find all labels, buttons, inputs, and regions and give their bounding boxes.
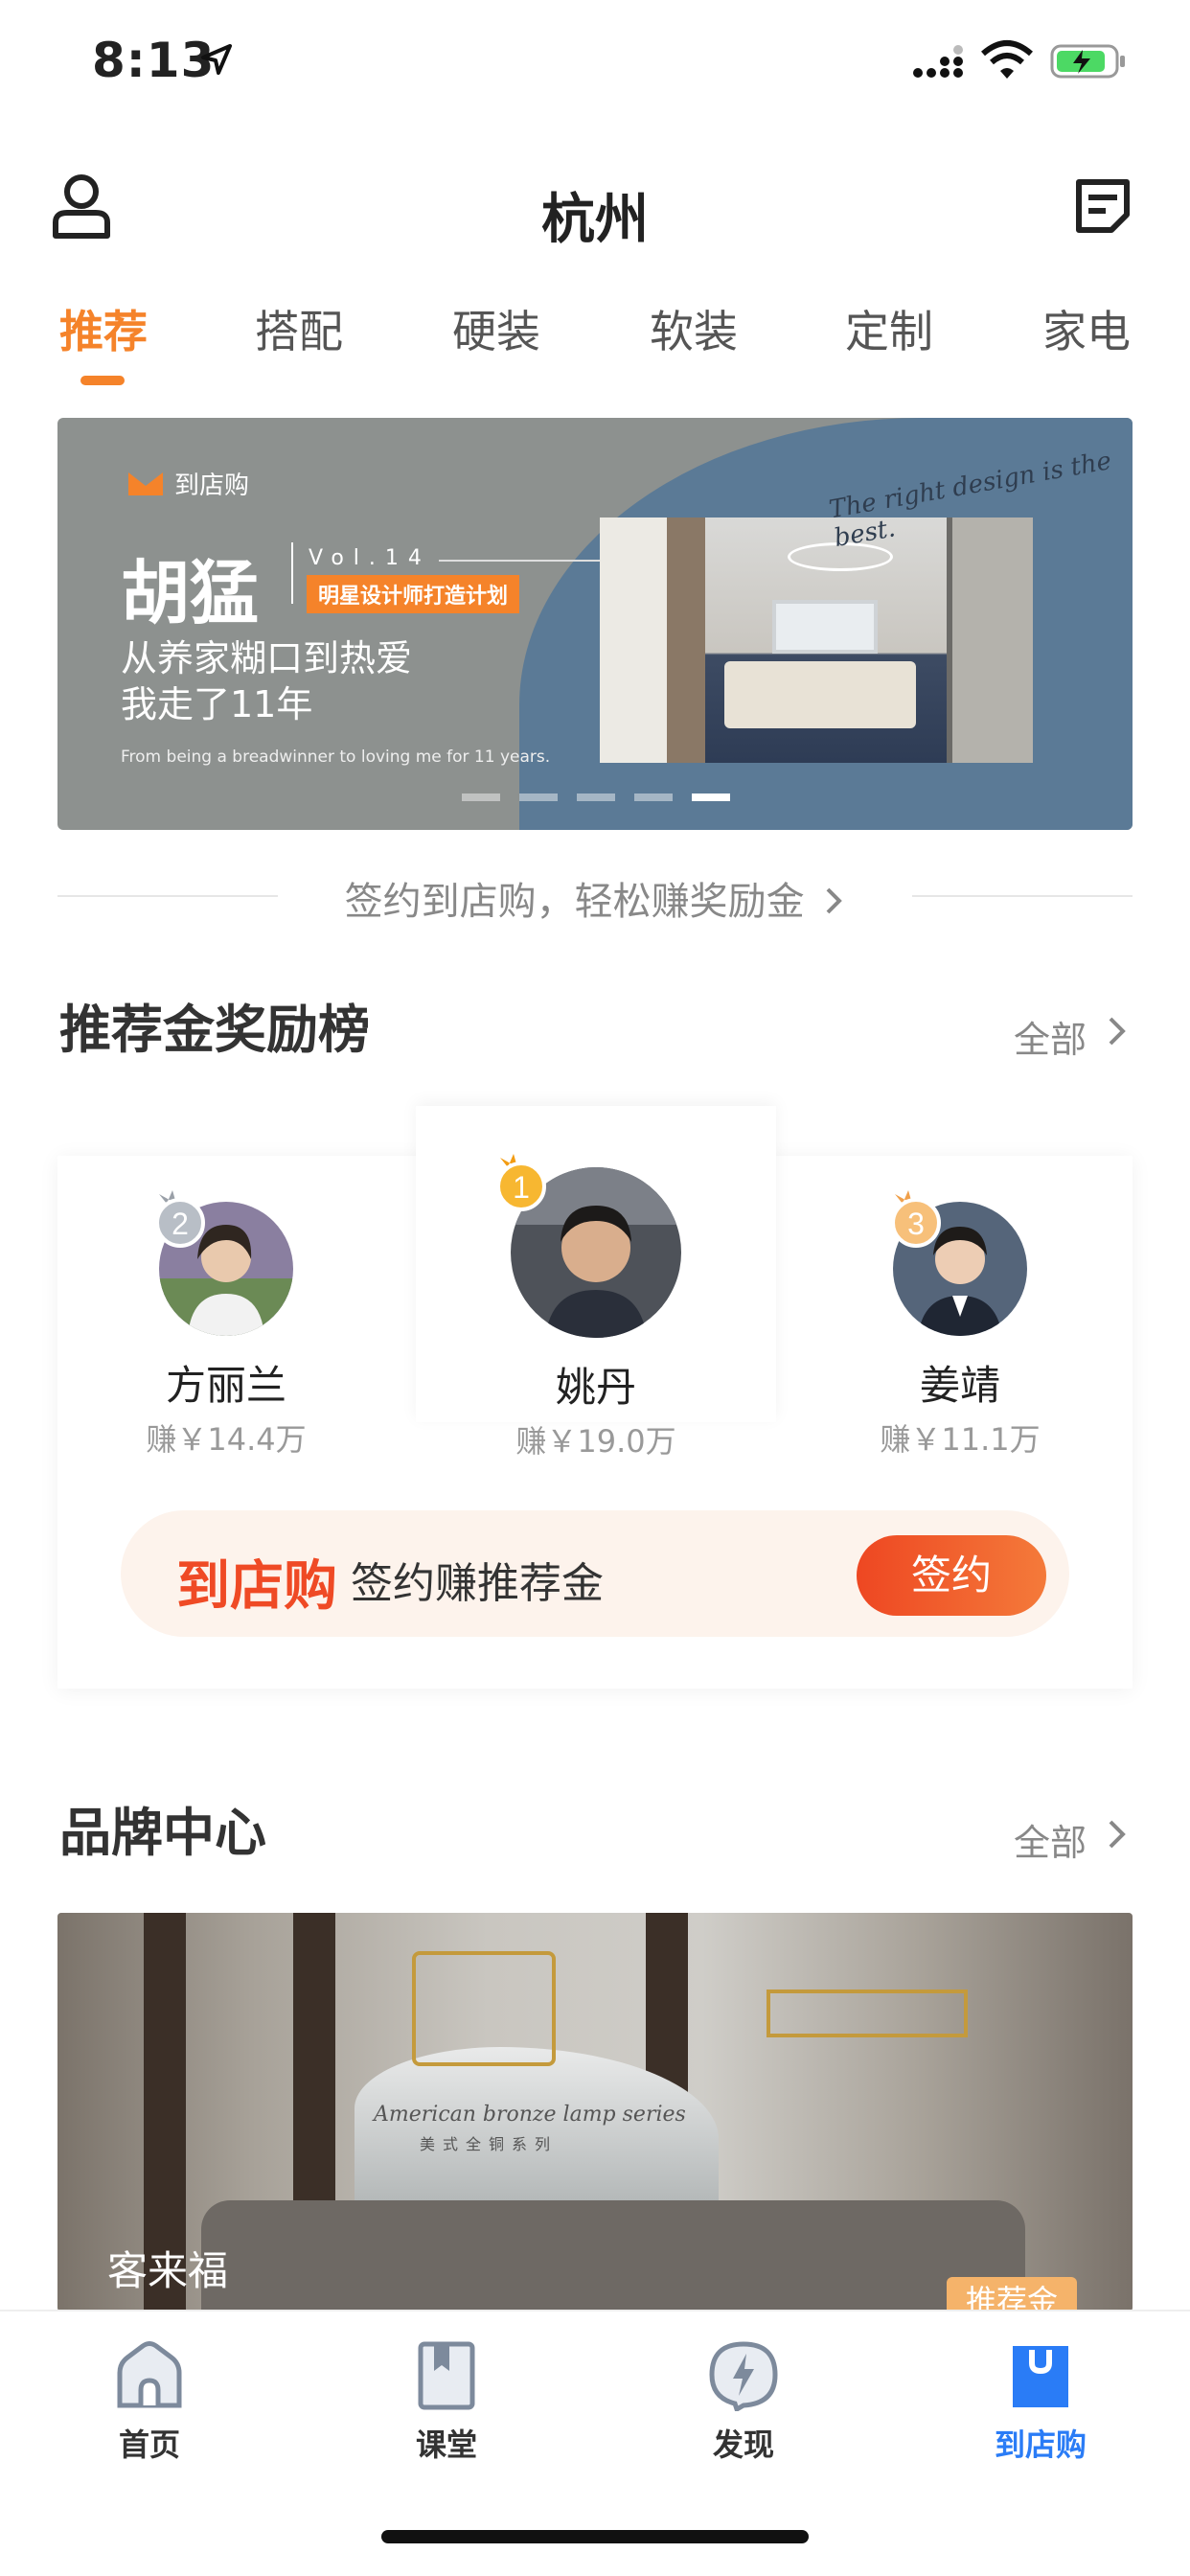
chevron-right-icon[interactable] [1106,1014,1129,1048]
nav-label: 课堂 [415,2426,477,2463]
sign-up-button[interactable]: 签约 [857,1535,1046,1616]
sign-up-link[interactable]: 签约到店购，轻松赚奖励金 [57,870,1133,926]
medal-rank: 2 [172,1207,189,1241]
carousel-dots [462,794,730,801]
top-header: 杭州 [0,153,1190,268]
carousel-dot[interactable] [519,794,558,801]
city-title[interactable]: 杭州 [0,176,1190,254]
ranker-third[interactable]: 姜靖 赚￥11.1万 [816,1202,1104,1460]
ranker-name: 方丽兰 [165,1362,286,1409]
carousel-dot-active[interactable] [692,794,730,801]
sign-up-bar: 到店购 签约赚推荐金 签约 [121,1510,1069,1637]
nav-classroom[interactable]: 课堂 [370,2340,523,2465]
ranker-name: 姜靖 [919,1362,1000,1409]
nav-store-shop[interactable]: 到店购 [964,2340,1117,2465]
bronze-medal-icon: 3 [891,1190,941,1248]
banner-volume: Vol.14 [309,546,431,570]
carousel-dot[interactable] [634,794,673,801]
carousel-dot[interactable] [577,794,615,801]
banner-headline-1: 从养家糊口到热爱 [121,637,413,679]
nav-label: 首页 [118,2426,180,2463]
store-brand-logo: 到店购 [176,1555,337,1618]
book-icon [418,2341,475,2410]
battery-charging-icon [1050,44,1125,79]
discover-icon [709,2341,778,2411]
carousel-dot[interactable] [462,794,500,801]
status-time: 8:13 [92,33,216,88]
wifi-icon [981,40,1033,79]
tab-hard-decor[interactable]: 硬装 [452,297,540,360]
ranker-name: 姚丹 [555,1364,636,1411]
home-icon [117,2341,182,2408]
banner-english-caption: From being a breadwinner to loving me fo… [121,748,551,767]
nav-discover[interactable]: 发现 [667,2340,820,2465]
chevron-right-icon[interactable] [1106,1817,1129,1852]
banner-headline-2: 我走了11年 [121,683,313,725]
divider-right [912,895,1133,897]
tab-match[interactable]: 搭配 [255,297,343,360]
ranker-earnings: 赚￥11.1万 [880,1421,1041,1458]
tab-soft-decor[interactable]: 软装 [650,297,738,360]
nav-label: 发现 [712,2426,774,2463]
location-arrow-icon [201,44,232,75]
banner-brand-text: 到店购 [174,472,250,500]
chevron-right-icon [826,887,843,914]
nav-home[interactable]: 首页 [73,2340,226,2465]
brand-logo-icon [128,472,163,495]
brand-card[interactable]: American bronze lamp series 美式全铜系列 客来福 推… [57,1913,1133,2312]
chandelier [767,1990,968,2037]
tab-recommend[interactable]: 推荐 [59,297,148,360]
referral-badge: 推荐金 [947,2277,1077,2312]
tab-appliance[interactable]: 家电 [1042,297,1131,360]
category-tabs: 推荐 搭配 硬装 软装 定制 家电 [0,297,1190,393]
leaderboard-title: 推荐金奖励榜 [59,1000,370,1060]
medal-rank: 1 [513,1170,530,1205]
banner-separator [291,542,293,604]
sign-up-prompt: 签约赚推荐金 [351,1559,604,1608]
banner-tag: 明星设计师打造计划 [307,575,520,613]
home-indicator[interactable] [381,2530,809,2543]
ranker-earnings: 赚￥14.4万 [146,1421,307,1458]
brand-center-title: 品牌中心 [59,1803,266,1863]
banner-volume-line [439,560,602,562]
status-bar: 8:13 [0,0,1190,125]
bedroom-photo [600,518,1033,763]
brand-script-subtitle: 美式全铜系列 [420,2135,559,2153]
ranker-earnings: 赚￥19.0万 [515,1423,676,1460]
banner-designer-name: 胡猛 [121,553,260,633]
silver-medal-icon: 2 [155,1190,205,1248]
leaderboard-all-link[interactable]: 全部 [1014,1010,1087,1063]
active-tab-indicator [80,376,125,385]
ranker-second[interactable]: 方丽兰 赚￥14.4万 [82,1202,370,1460]
medal-rank: 3 [907,1207,925,1241]
chandelier [412,1951,556,2066]
promo-banner[interactable]: 到店购 胡猛 Vol.14 明星设计师打造计划 从养家糊口到热爱 我走了11年 … [57,418,1133,830]
sign-up-link-text: 签约到店购，轻松赚奖励金 [344,880,805,924]
brand-script-text: American bronze lamp series [374,2103,686,2127]
cellular-signal-icon [913,45,963,78]
tab-custom[interactable]: 定制 [845,297,933,360]
brand-center-all-link[interactable]: 全部 [1014,1813,1087,1866]
message-note-icon[interactable] [1073,176,1133,236]
shopping-bag-icon [1013,2346,1068,2407]
sofa [201,2200,1025,2312]
nav-label: 到店购 [994,2426,1087,2463]
gold-medal-icon: 1 [496,1154,546,1211]
brand-name-label: 客来福 [107,2247,229,2294]
sign-up-link-row[interactable]: 签约到店购，轻松赚奖励金 [57,862,1133,930]
banner-brand: 到店购 [126,466,249,501]
